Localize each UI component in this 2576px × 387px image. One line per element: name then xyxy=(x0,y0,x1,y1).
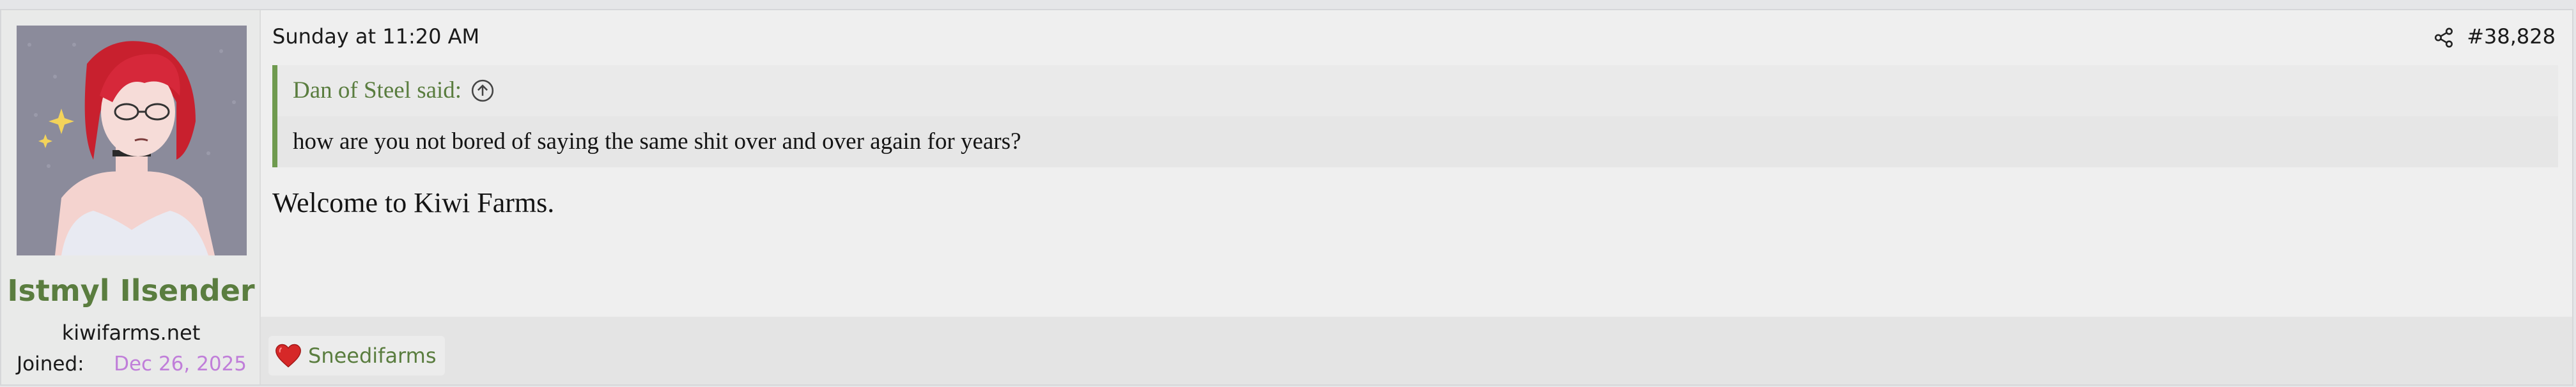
joined-label: Joined: xyxy=(17,353,84,376)
username[interactable]: Istmyl Ilsender xyxy=(1,273,261,308)
joined-row: Joined: Dec 26, 2025 xyxy=(17,353,247,376)
reaction-item[interactable]: Sneedifarms xyxy=(268,336,446,376)
quote-header: Dan of Steel said: xyxy=(277,65,2558,116)
reactions-bar: Sneedifarms xyxy=(261,317,2572,384)
arrow-up-circle-icon[interactable] xyxy=(470,79,495,103)
forum-post: Istmyl Ilsender kiwifarms.net Joined: De… xyxy=(0,9,2573,386)
quote-author-text: Dan of Steel said: xyxy=(293,77,462,103)
post-date[interactable]: Sunday at 11:20 AM xyxy=(272,24,479,49)
share-icon[interactable] xyxy=(2433,27,2455,49)
post-main-column: Sunday at 11:20 AM #38,828 Dan of Steel … xyxy=(261,10,2572,384)
joined-date: Dec 26, 2025 xyxy=(114,353,247,376)
quote-block: Dan of Steel said: how are you not bored… xyxy=(272,65,2558,167)
quote-author-link[interactable]: Dan of Steel said: xyxy=(293,77,495,104)
post-user-column: Istmyl Ilsender kiwifarms.net Joined: De… xyxy=(1,10,261,384)
user-title: kiwifarms.net xyxy=(61,321,201,345)
avatar[interactable] xyxy=(17,26,247,255)
reaction-user-link[interactable]: Sneedifarms xyxy=(308,344,436,368)
quote-body: how are you not bored of saying the same… xyxy=(293,128,1021,155)
post-message: Welcome to Kiwi Farms. xyxy=(272,187,555,218)
heart-icon xyxy=(275,344,301,368)
post-number-link[interactable]: #38,828 xyxy=(2467,24,2556,49)
